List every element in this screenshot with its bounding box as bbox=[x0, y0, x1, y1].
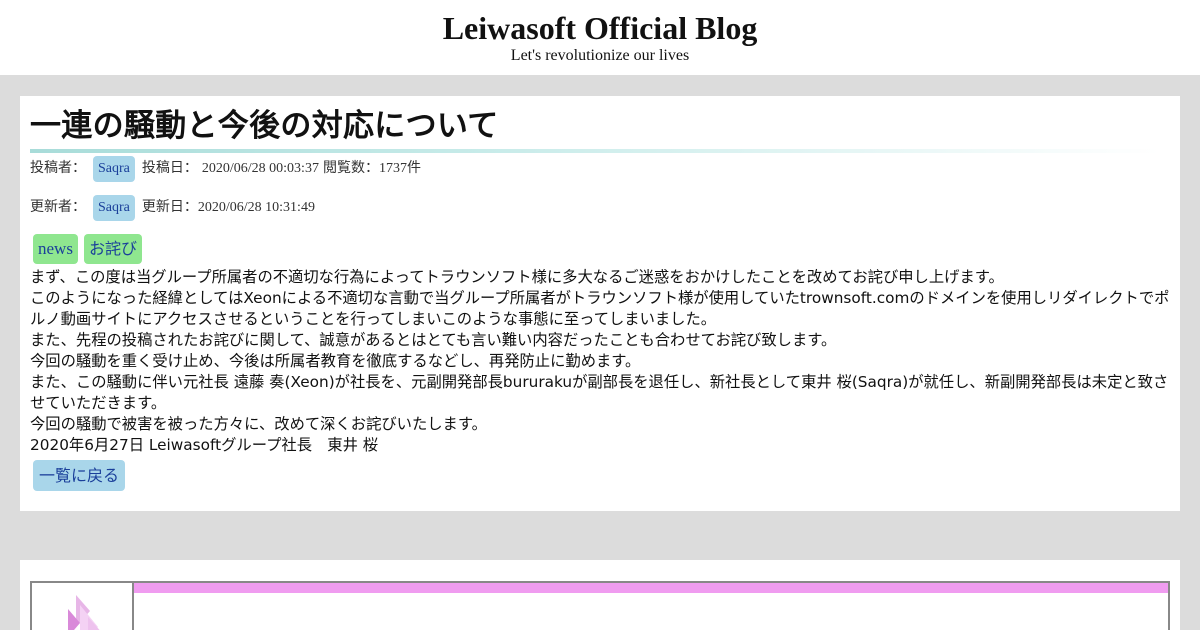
posted-date-label: 投稿日： bbox=[141, 161, 198, 176]
back-to-list-button[interactable]: 一覧に戻る bbox=[33, 460, 126, 491]
views-count: 1737件 bbox=[378, 161, 421, 176]
body-paragraph: また、この騒動に伴い元社長 遠藤 奏(Xeon)が社長を、元副開発部長burur… bbox=[30, 373, 1169, 412]
body-paragraph: また、先程の投稿されたお詫びに関して、誠意があるとはとても言い難い内容だったこと… bbox=[30, 331, 837, 349]
site-subtitle: Let's revolutionize our lives bbox=[510, 47, 690, 64]
article-title: 一連の騒動と今後の対応について bbox=[30, 108, 499, 144]
site-title[interactable]: Leiwasoft Official Blog bbox=[0, 8, 1200, 48]
tag-news[interactable]: news bbox=[33, 234, 78, 264]
article-card: 一連の騒動と今後の対応について 投稿者： Saqra 投稿日： 2020/06/2… bbox=[20, 96, 1180, 511]
body-paragraph: 今回の騒動で被害を被った方々に、改めて深くお詫びいたします。 bbox=[30, 415, 487, 433]
posted-author-link[interactable]: Saqra bbox=[93, 156, 135, 182]
site-header: Leiwasoft Official Blog Let's revolution… bbox=[0, 0, 1200, 75]
posted-date: 2020/06/28 00:03:37 bbox=[201, 161, 319, 176]
posted-meta: 投稿者： Saqra 投稿日： 2020/06/28 00:03:37 閲覧数： 1… bbox=[30, 156, 421, 182]
tag-apology[interactable]: お詫び bbox=[83, 234, 142, 264]
avatar bbox=[32, 583, 134, 630]
views-label: 閲覧数： bbox=[322, 161, 379, 176]
body-paragraph: このようになった経緯としてはXeonによる不適切な言動で当グループ所属者がトラウ… bbox=[30, 289, 1170, 328]
updated-author-link[interactable]: Saqra bbox=[93, 195, 135, 221]
signature-line: 2020年6月27日 Leiwasoftグループ社長 東井 桜 bbox=[30, 436, 379, 454]
author-profile-card bbox=[20, 560, 1180, 630]
logo-icon bbox=[68, 595, 100, 630]
updated-date-label: 更新日： bbox=[141, 200, 198, 215]
posted-author-label: 投稿者： bbox=[30, 161, 86, 176]
profile-box bbox=[30, 581, 1170, 630]
profile-accent-bar bbox=[134, 583, 1168, 593]
updated-author-label: 更新者： bbox=[30, 200, 86, 215]
updated-date: 2020/06/28 10:31:49 bbox=[197, 200, 315, 215]
updated-meta: 更新者： Saqra 更新日： 2020/06/28 10:31:49 bbox=[30, 195, 315, 221]
tag-list: news お詫び bbox=[33, 234, 142, 264]
body-paragraph: 今回の騒動を重く受け止め、今後は所属者教育を徹底するなどし、再発防止に勤めます。 bbox=[30, 352, 641, 370]
title-divider bbox=[30, 149, 1160, 153]
article-body: まず、この度は当グループ所属者の不適切な行為によってトラウンソフト様に多大なるご… bbox=[30, 267, 1170, 456]
body-paragraph: まず、この度は当グループ所属者の不適切な行為によってトラウンソフト様に多大なるご… bbox=[30, 268, 1004, 286]
